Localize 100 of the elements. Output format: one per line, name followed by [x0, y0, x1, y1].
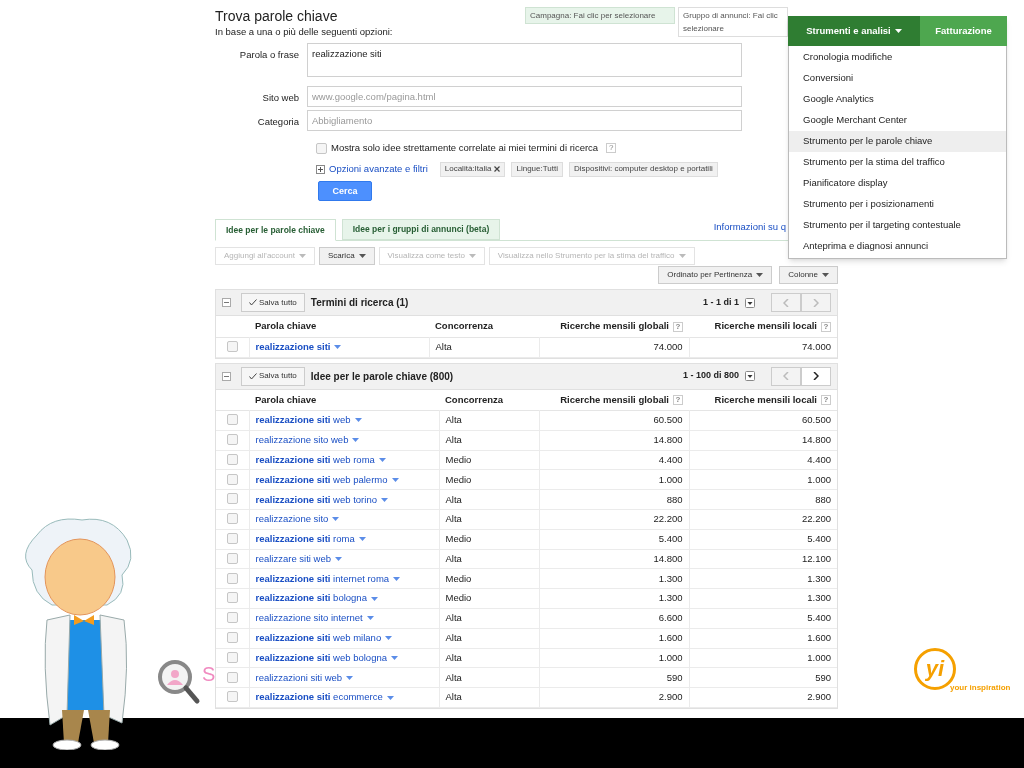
close-icon[interactable]: [494, 166, 501, 172]
local-searches-cell: 5.400: [807, 612, 831, 624]
collapse-icon[interactable]: [222, 298, 231, 308]
save-all-button[interactable]: Salva tutto: [241, 366, 305, 386]
help-icon[interactable]: ?: [606, 143, 617, 154]
toolbar-button[interactable]: Scarica: [318, 247, 375, 266]
keyword-link[interactable]: realizzazioni siti web: [255, 670, 343, 685]
keyword-link[interactable]: realizzazione siti web bologna: [255, 650, 387, 666]
keyword-link[interactable]: realizzazione sito web: [255, 433, 349, 448]
info-link[interactable]: Informazioni su q: [713, 220, 786, 235]
local-searches-cell: 74.000: [801, 341, 831, 352]
keyword-link[interactable]: realizzazione siti web roma: [255, 452, 375, 468]
section-title: Termini di ricerca (1): [310, 296, 409, 311]
keyword-link[interactable]: realizzazione siti web: [255, 413, 351, 428]
local-searches-cell: 22.200: [801, 513, 831, 525]
checkbox[interactable]: [226, 651, 238, 663]
column-header: Concorrenza: [435, 319, 494, 334]
keyword-link[interactable]: realizzazione siti internet roma: [255, 571, 390, 586]
filter-chip[interactable]: Lingue:Tutti: [511, 161, 563, 177]
global-searches-cell: 1.300: [658, 592, 683, 604]
local-searches-cell: 5.400: [807, 533, 831, 545]
checkbox[interactable]: [226, 493, 238, 505]
competition-cell: Medio: [445, 592, 472, 604]
local-searches-cell: 880: [815, 493, 831, 505]
caret-icon: [334, 345, 342, 350]
expand-icon[interactable]: [316, 164, 325, 174]
ad-group-selector[interactable]: Gruppo di annunci: Fai clic selezionare: [678, 7, 788, 37]
checkbox[interactable]: [226, 552, 238, 564]
checkbox[interactable]: [226, 612, 238, 624]
checkbox[interactable]: [226, 592, 238, 604]
keyword-link[interactable]: realizzare siti web: [255, 551, 331, 567]
checkbox[interactable]: [226, 513, 238, 525]
competition-cell: Medio: [445, 572, 472, 584]
chevron-left-icon: [783, 372, 789, 381]
menu-item[interactable]: Strumento per le parole chiave: [789, 131, 1006, 152]
caret-icon: [332, 517, 340, 522]
checkbox[interactable]: [226, 532, 238, 544]
competition-cell: Alta: [445, 651, 462, 663]
caret-icon: [378, 458, 386, 463]
dropdown-icon[interactable]: [745, 371, 755, 382]
keyword-link[interactable]: realizzazione siti: [255, 340, 331, 355]
local-searches-cell: 1.000: [807, 651, 831, 663]
local-searches-cell: 1.300: [807, 572, 831, 584]
keyword-link[interactable]: realizzazione siti bologna: [255, 591, 367, 606]
filter-chip[interactable]: Dispositivi: computer desktop e portatili: [568, 161, 718, 177]
help-icon[interactable]: ?: [821, 321, 831, 332]
keyword-link[interactable]: realizzazione sito: [255, 512, 329, 527]
global-searches-cell: 4.400: [658, 453, 683, 465]
dropdown-icon[interactable]: [745, 297, 755, 308]
magnifier-icon: [157, 659, 201, 705]
help-icon[interactable]: ?: [673, 394, 683, 405]
checkbox[interactable]: [226, 414, 238, 426]
sort-button[interactable]: Ordinato per Pertinenza: [658, 266, 773, 285]
next-page-button[interactable]: [801, 366, 831, 386]
text-input[interactable]: www.google.com/pagina.html: [307, 86, 742, 108]
slide-letter: S: [202, 664, 216, 684]
checkbox[interactable]: [226, 473, 238, 485]
checkbox[interactable]: [226, 691, 238, 703]
campaign-selector[interactable]: Campagna: Fai clic per selezionare: [525, 7, 675, 24]
competition-cell: Medio: [445, 453, 472, 465]
global-searches-cell: 1.600: [658, 632, 683, 644]
filter-chip[interactable]: Località:Italia: [439, 161, 506, 177]
tab[interactable]: Idee per le parole chiave: [215, 219, 336, 242]
checkbox[interactable]: [226, 434, 238, 445]
local-searches-cell: 14.800: [801, 434, 831, 446]
keyword-link[interactable]: realizzazione siti web palermo: [255, 472, 388, 487]
competition-cell: Alta: [445, 671, 462, 683]
competition-cell: Alta: [445, 493, 462, 505]
checkmark-icon: [249, 299, 257, 307]
help-icon[interactable]: ?: [673, 321, 683, 332]
section-title: Idee per le parole chiave (800): [310, 369, 454, 384]
field-label: Sito web: [261, 91, 300, 106]
keyword-link[interactable]: realizzazione siti web milano: [255, 631, 382, 646]
checkbox[interactable]: [226, 453, 238, 465]
checkbox[interactable]: [226, 631, 238, 643]
caret-icon: [370, 596, 378, 601]
save-all-button[interactable]: Salva tutto: [241, 293, 305, 313]
checkbox[interactable]: [226, 340, 238, 352]
global-searches-cell: 6.600: [658, 612, 683, 624]
tab[interactable]: Idee per i gruppi di annunci (beta): [341, 219, 501, 241]
keyword-link[interactable]: realizzazione siti web torino: [255, 492, 377, 507]
competition-cell: Alta: [445, 691, 462, 703]
collapse-icon[interactable]: [222, 371, 231, 381]
top-menu-tab[interactable]: Strumenti e analisi: [788, 16, 920, 46]
help-icon[interactable]: ?: [821, 394, 831, 405]
pagination-label: 1 - 1 di 1: [703, 296, 739, 309]
text-input[interactable]: Abbigliamento: [307, 110, 742, 132]
global-searches-cell: 1.300: [658, 572, 683, 584]
keyword-link[interactable]: realizzazione siti ecommerce: [255, 690, 383, 705]
keyword-link[interactable]: realizzazione sito internet: [255, 611, 363, 626]
checkbox[interactable]: [316, 142, 327, 154]
keyword-link[interactable]: realizzazione siti roma: [255, 532, 355, 547]
checkbox[interactable]: [226, 572, 238, 584]
local-searches-cell: 4.400: [807, 453, 831, 465]
page-subtitle: In base a una o più delle seguenti opzioni:: [215, 25, 394, 39]
checkbox[interactable]: [226, 671, 238, 683]
advanced-options-link[interactable]: Opzioni avanzate e filtri: [329, 161, 428, 177]
column-header: Parola chiave: [255, 319, 317, 334]
columns-button[interactable]: Colonne: [779, 266, 838, 285]
keyword-input[interactable]: realizzazione siti: [307, 43, 742, 78]
